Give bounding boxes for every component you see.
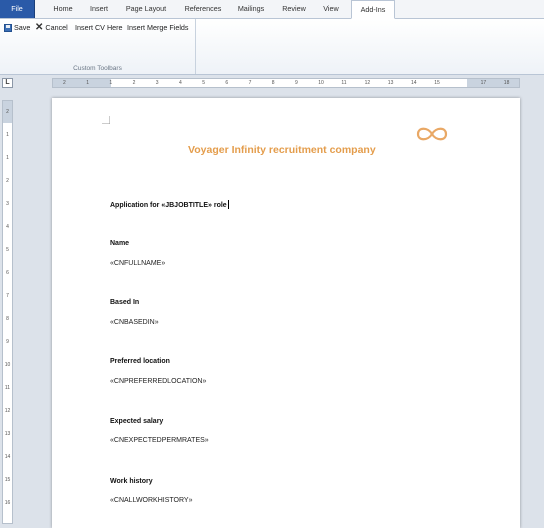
margin-corner-mark [102,116,110,124]
ruler-number: 8 [271,80,275,86]
merge-field-based-in: «CNBASEDIN» [110,319,159,326]
application-text: Application for «JBJOBTITLE» role [110,202,227,209]
insert-cv-label: Insert CV Here [75,23,123,32]
merge-field-preferred-location: «CNPREFERREDLOCATION» [110,378,207,385]
save-icon [4,24,12,32]
ruler-number: 15 [434,80,440,86]
ruler-number-vertical: 1 [6,155,9,161]
ruler-right-margin [467,79,519,87]
ruler-number: 18 [503,80,510,86]
ruler-number: 10 [318,80,324,86]
ruler-number: 2 [63,80,66,86]
ruler-number-vertical: 1 [6,132,9,138]
insert-cv-button[interactable]: Insert CV Here [75,22,123,34]
tab-file[interactable]: File [0,0,35,18]
ruler-number: 2 [132,80,136,86]
ruler-number-vertical: 2 [6,109,9,115]
field-label-work-history: Work history [110,478,153,485]
horizontal-ruler[interactable]: 2 1 1 2 3 4 5 6 7 8 9 10 11 12 13 14 15 17 18 [52,78,520,88]
ruler-number-vertical: 12 [4,408,11,414]
ruler-number-vertical: 6 [6,270,9,276]
field-label-based-in: Based In [110,299,140,306]
field-label-expected-salary: Expected salary [110,418,164,425]
ruler-number: 3 [155,80,159,86]
ruler-number: 1 [109,80,113,86]
ruler-number-vertical: 9 [6,339,9,345]
ruler-number: 12 [364,80,371,86]
field-label-name: Name [110,240,130,247]
ruler-number: 6 [225,80,229,86]
text-cursor [227,200,229,209]
insert-merge-fields-button[interactable]: Insert Merge Fields [127,22,189,34]
custom-toolbars-group: Save ✕ Cancel Insert CV Here Insert Merg… [0,19,196,74]
insert-merge-fields-label: Insert Merge Fields [127,23,189,32]
ruler-number: 11 [341,80,347,86]
ruler-number-vertical: 16 [4,500,11,506]
field-label-preferred-location: Preferred location [110,358,170,365]
tab-page-layout[interactable]: Page Layout [117,0,175,18]
ribbon-panel: Save ✕ Cancel Insert CV Here Insert Merg… [0,19,544,75]
tab-insert[interactable]: Insert [84,0,114,18]
ruler-number-vertical: 13 [4,431,11,437]
ruler-number-vertical: 2 [6,178,9,184]
company-title: Voyager Infinity recruitment company [188,144,376,156]
ruler-number-vertical: 10 [4,362,11,368]
ruler-number: 14 [411,80,417,86]
ruler-number: 13 [387,80,394,86]
tab-add-ins[interactable]: Add-Ins [351,0,395,19]
ruler-number: 4 [179,80,182,86]
ruler-number-vertical: 4 [6,224,9,230]
ruler-left-margin [53,79,111,87]
cancel-button-label: Cancel [45,23,68,32]
ruler-number-vertical: 8 [6,316,9,322]
ruler-number: 1 [86,80,89,86]
ruler-number: 5 [202,80,205,86]
ruler-number-vertical: 11 [4,385,11,391]
merge-field-work-history: «CNALLWORKHISTORY» [110,497,193,504]
tab-review[interactable]: Review [276,0,312,18]
document-page[interactable]: Voyager Infinity recruitment company App… [52,98,520,528]
ruler-number-vertical: 7 [6,293,9,299]
merge-field-expected-salary: «CNEXPECTEDPERMRATES» [110,437,209,444]
group-label: Custom Toolbars [73,65,122,72]
cancel-button[interactable]: ✕ Cancel [35,22,68,34]
save-button-label: Save [14,23,31,32]
ruler-number-vertical: 3 [6,201,9,207]
ruler-number: 7 [248,80,252,86]
tab-home[interactable]: Home [44,0,82,18]
ruler-number-vertical: 5 [6,247,9,253]
save-button[interactable]: Save [4,22,30,34]
ribbon-tab-bar: File Home Insert Page Layout References … [0,0,544,19]
tab-mailings[interactable]: Mailings [230,0,272,18]
infinity-logo-icon [416,127,448,141]
ruler-number: 9 [295,80,298,86]
ruler-number-vertical: 14 [4,454,11,460]
tab-view[interactable]: View [314,0,348,18]
close-icon: ✕ [35,22,44,33]
tab-references[interactable]: References [176,0,230,18]
ruler-number-vertical: 15 [4,477,11,483]
tab-selector[interactable]: L [2,78,13,88]
merge-field-name: «CNFULLNAME» [110,260,166,267]
vertical-ruler[interactable]: 2 1 1 2 3 4 5 6 7 8 9 10 11 12 13 14 15 16 [2,100,13,524]
application-line: Application for «JBJOBTITLE» role [110,200,229,209]
ruler-number: 17 [480,80,487,86]
